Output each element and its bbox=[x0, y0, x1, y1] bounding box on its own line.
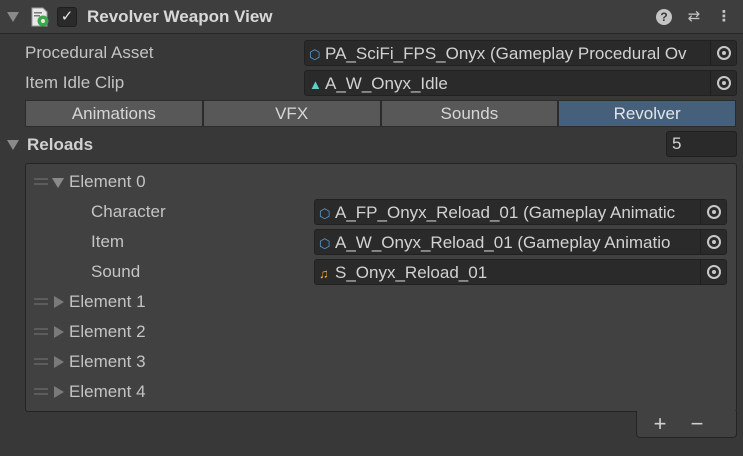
reloads-size-field[interactable]: 5 bbox=[666, 131, 737, 157]
object-picker-icon[interactable] bbox=[700, 230, 726, 254]
add-element-button[interactable]: + bbox=[645, 411, 675, 437]
script-icon bbox=[31, 7, 49, 27]
element-4-label[interactable]: Element 4 bbox=[69, 381, 146, 403]
drag-handle-icon[interactable] bbox=[34, 298, 48, 305]
element-1-label[interactable]: Element 1 bbox=[69, 291, 146, 313]
component-foldout-icon[interactable] bbox=[7, 12, 19, 22]
procedural-asset-label: Procedural Asset bbox=[25, 43, 154, 62]
drag-handle-icon[interactable] bbox=[34, 358, 48, 365]
tab-vfx[interactable]: VFX bbox=[202, 100, 381, 127]
object-picker-icon[interactable] bbox=[710, 71, 736, 95]
reloads-label[interactable]: Reloads bbox=[27, 134, 93, 156]
item-field[interactable]: ⬡ A_W_Onyx_Reload_01 (Gameplay Animatio bbox=[314, 229, 727, 255]
asset-cube-icon: ⬡ bbox=[319, 206, 331, 221]
component-header[interactable]: ✓ Revolver Weapon View ? ⇄ ⋮ bbox=[0, 0, 743, 34]
reloads-foldout-icon[interactable] bbox=[7, 140, 19, 150]
element-2-label[interactable]: Element 2 bbox=[69, 321, 146, 343]
element-foldout-icon[interactable] bbox=[52, 178, 64, 188]
sound-field[interactable]: ♫ S_Onyx_Reload_01 bbox=[314, 259, 727, 285]
sound-label: Sound bbox=[91, 262, 141, 281]
help-icon[interactable]: ? bbox=[654, 6, 674, 28]
procedural-asset-field[interactable]: ⬡ PA_SciFi_FPS_Onyx (Gameplay Procedural … bbox=[304, 40, 737, 66]
element-foldout-icon[interactable] bbox=[54, 386, 64, 398]
item-value: A_W_Onyx_Reload_01 (Gameplay Animatio bbox=[335, 233, 671, 252]
item-label: Item bbox=[91, 232, 125, 251]
element-foldout-icon[interactable] bbox=[54, 326, 64, 338]
tab-animations[interactable]: Animations bbox=[25, 100, 203, 127]
tab-revolver[interactable]: Revolver bbox=[558, 100, 736, 127]
object-picker-icon[interactable] bbox=[710, 41, 736, 65]
object-picker-icon[interactable] bbox=[700, 200, 726, 224]
character-label: Character bbox=[91, 202, 166, 221]
remove-element-button[interactable]: − bbox=[682, 411, 712, 437]
item-idle-clip-label: Item Idle Clip bbox=[25, 73, 125, 92]
object-picker-icon[interactable] bbox=[700, 260, 726, 284]
character-field[interactable]: ⬡ A_FP_Onyx_Reload_01 (Gameplay Animatic bbox=[314, 199, 727, 225]
element-foldout-icon[interactable] bbox=[54, 356, 64, 368]
tab-sounds[interactable]: Sounds bbox=[380, 100, 559, 127]
element-0-label[interactable]: Element 0 bbox=[69, 171, 146, 193]
sound-value: S_Onyx_Reload_01 bbox=[335, 263, 488, 282]
item-idle-clip-value: A_W_Onyx_Idle bbox=[325, 74, 448, 93]
element-foldout-icon[interactable] bbox=[54, 296, 64, 308]
drag-handle-icon[interactable] bbox=[34, 178, 48, 185]
asset-cube-icon: ⬡ bbox=[309, 47, 321, 62]
character-value: A_FP_Onyx_Reload_01 (Gameplay Animatic bbox=[335, 203, 676, 222]
presets-icon[interactable]: ⇄ bbox=[684, 6, 704, 28]
component-title: Revolver Weapon View bbox=[87, 7, 273, 26]
procedural-asset-value: PA_SciFi_FPS_Onyx (Gameplay Procedural O… bbox=[325, 44, 687, 63]
asset-cube-icon: ⬡ bbox=[319, 236, 331, 251]
animation-clip-icon: ▲ bbox=[309, 77, 322, 92]
item-idle-clip-field[interactable]: ▲ A_W_Onyx_Idle bbox=[304, 70, 737, 96]
kebab-menu-icon[interactable]: ⋮ bbox=[714, 6, 734, 28]
tab-bar: Animations VFX Sounds Revolver bbox=[25, 100, 736, 127]
drag-handle-icon[interactable] bbox=[34, 328, 48, 335]
element-3-label[interactable]: Element 3 bbox=[69, 351, 146, 373]
drag-handle-icon[interactable] bbox=[34, 388, 48, 395]
audio-clip-icon: ♫ bbox=[319, 266, 329, 281]
list-footer: + − bbox=[636, 411, 737, 438]
component-enabled-checkbox[interactable]: ✓ bbox=[57, 7, 77, 27]
